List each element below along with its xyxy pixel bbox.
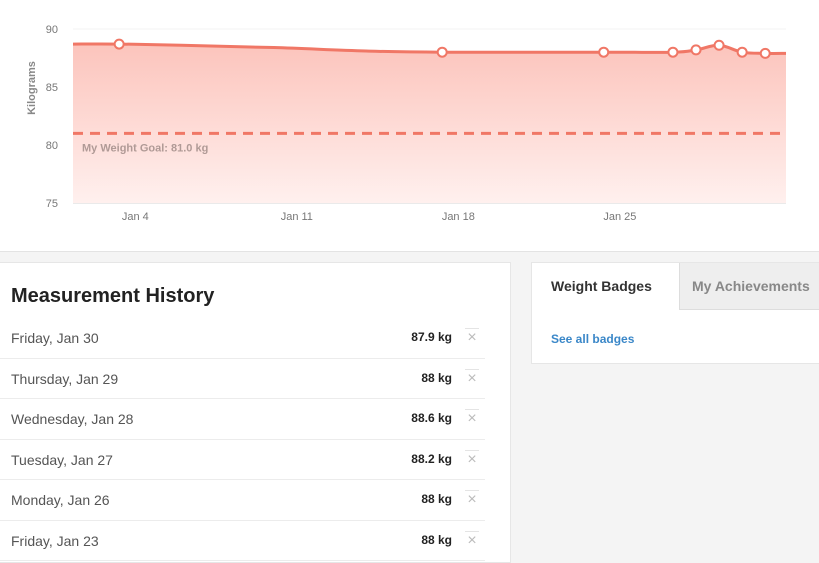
measurement-value: 88.6 kg bbox=[411, 411, 452, 425]
goal-label: My Weight Goal: 81.0 kg bbox=[82, 142, 208, 154]
data-point[interactable] bbox=[598, 46, 610, 58]
measurement-date: Friday, Jan 23 bbox=[11, 532, 99, 549]
data-point[interactable] bbox=[113, 38, 125, 50]
measurement-row: Friday, Jan 23 88 kg × bbox=[0, 521, 485, 561]
measurement-date: Thursday, Jan 29 bbox=[11, 370, 119, 387]
measurement-value: 88 kg bbox=[421, 532, 452, 547]
x-tick-label: Jan 11 bbox=[281, 211, 313, 223]
delete-icon[interactable]: × bbox=[465, 409, 479, 427]
data-point[interactable] bbox=[759, 47, 771, 59]
measurement-history-list: Friday, Jan 30 87.9 kg × Thursday, Jan 2… bbox=[0, 318, 485, 561]
measurement-row: Monday, Jan 26 88 kg × bbox=[0, 480, 485, 521]
x-tick-label: Jan 18 bbox=[442, 211, 475, 223]
y-tick-label: 80 bbox=[46, 140, 58, 152]
delete-icon[interactable]: × bbox=[465, 490, 479, 508]
measurement-value: 88.2 kg bbox=[411, 451, 452, 466]
measurement-value: 88 kg bbox=[421, 492, 452, 506]
weight-area bbox=[73, 43, 786, 204]
x-tick-label: Jan 4 bbox=[122, 211, 149, 223]
delete-icon[interactable]: × bbox=[465, 368, 479, 387]
measurement-history-panel: Measurement History Friday, Jan 30 87.9 … bbox=[0, 262, 511, 563]
y-tick-label: 90 bbox=[46, 24, 58, 36]
measurement-row: Wednesday, Jan 28 88.6 kg × bbox=[0, 399, 485, 440]
measurement-date: Tuesday, Jan 27 bbox=[11, 451, 113, 468]
measurement-row: Friday, Jan 30 87.9 kg × bbox=[0, 318, 485, 359]
data-point[interactable] bbox=[667, 46, 679, 58]
y-axis-label: Kilograms bbox=[26, 61, 38, 115]
see-all-badges-link[interactable]: See all badges bbox=[551, 332, 634, 346]
weight-chart-panel: My Weight Goal: 81.0 kg 75 80 85 90 Jan 4 Jan… bbox=[0, 0, 819, 252]
x-tick-label: Jan 25 bbox=[603, 211, 636, 223]
tab-weight-badges[interactable]: Weight Badges bbox=[532, 263, 679, 310]
measurement-history-title: Measurement History bbox=[11, 285, 215, 307]
measurement-value: 87.9 kg bbox=[411, 330, 452, 344]
delete-icon[interactable]: × bbox=[465, 328, 479, 346]
data-point[interactable] bbox=[436, 46, 448, 58]
measurement-value: 88 kg bbox=[421, 370, 452, 385]
delete-icon[interactable]: × bbox=[465, 449, 479, 468]
weight-chart: My Weight Goal: 81.0 kg 75 80 85 90 Jan 4 Jan… bbox=[26, 24, 787, 223]
data-point[interactable] bbox=[736, 46, 748, 58]
badges-panel: Weight Badges My Achievements See all ba… bbox=[531, 262, 819, 364]
measurement-row: Tuesday, Jan 27 88.2 kg × bbox=[0, 440, 485, 480]
delete-icon[interactable]: × bbox=[465, 530, 479, 549]
tab-my-achievements[interactable]: My Achievements bbox=[679, 263, 819, 310]
data-point[interactable] bbox=[713, 39, 725, 51]
measurement-date: Wednesday, Jan 28 bbox=[11, 411, 134, 427]
measurement-date: Friday, Jan 30 bbox=[11, 330, 99, 346]
measurement-date: Monday, Jan 26 bbox=[11, 492, 110, 508]
measurement-row: Thursday, Jan 29 88 kg × bbox=[0, 359, 485, 399]
data-point[interactable] bbox=[690, 44, 702, 56]
y-tick-label: 85 bbox=[46, 82, 58, 94]
y-tick-label: 75 bbox=[46, 198, 58, 210]
